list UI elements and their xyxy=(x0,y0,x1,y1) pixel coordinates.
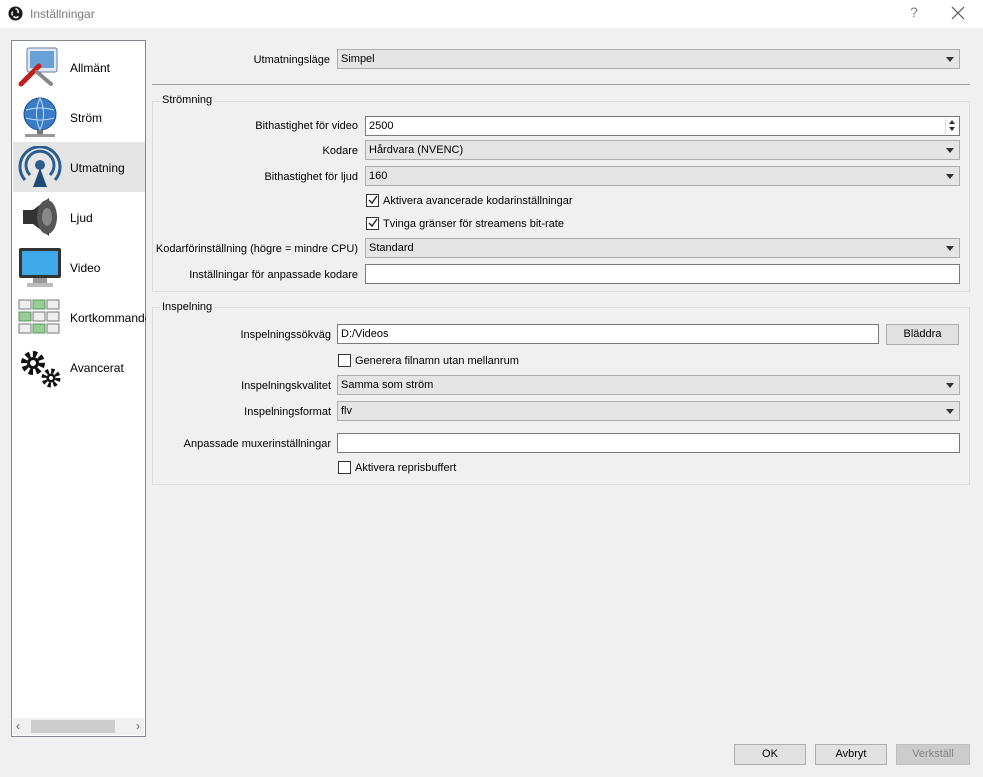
divider xyxy=(152,84,970,85)
title-bar: Inställningar ? xyxy=(0,0,983,28)
encoder-select[interactable]: Hårdvara (NVENC) xyxy=(365,140,960,160)
recording-path-input[interactable]: D:/Videos xyxy=(337,324,879,344)
recording-format-label: Inspelningsformat xyxy=(244,406,331,418)
recording-quality-select[interactable]: Samma som ström xyxy=(337,375,960,395)
chevron-down-icon xyxy=(946,246,954,251)
ok-button[interactable]: OK xyxy=(734,744,806,765)
no-space-filename-checkbox[interactable] xyxy=(338,354,351,367)
chevron-down-icon xyxy=(946,148,954,153)
chevron-down-icon xyxy=(946,57,954,62)
recording-quality-value: Samma som ström xyxy=(341,379,434,391)
scroll-right-arrow[interactable]: › xyxy=(136,719,140,733)
muxer-settings-input[interactable] xyxy=(337,433,960,453)
sidebar-item-label: Utmatning xyxy=(70,161,125,175)
recording-quality-label: Inspelningskvalitet xyxy=(241,380,331,392)
recording-path-label: Inspelningssökväg xyxy=(240,329,331,341)
audio-bitrate-value: 160 xyxy=(369,170,388,182)
keyboard-hotkeys-icon xyxy=(18,299,60,334)
advanced-encoder-label[interactable]: Aktivera avancerade kodarinställningar xyxy=(383,195,573,207)
muxer-settings-label: Anpassade muxerinställningar xyxy=(183,438,331,450)
replay-buffer-checkbox[interactable] xyxy=(338,461,351,474)
sidebar-item-label: Ström xyxy=(70,111,103,125)
sidebar-item-utmatning[interactable]: Utmatning xyxy=(13,142,145,192)
cancel-button[interactable]: Avbryt xyxy=(815,744,887,765)
globe-network-icon xyxy=(23,97,57,137)
recording-format-select[interactable]: flv xyxy=(337,401,960,421)
browse-button[interactable]: Bläddra xyxy=(886,324,959,345)
encoder-preset-select[interactable]: Standard xyxy=(365,238,960,258)
broadcast-antenna-icon xyxy=(18,146,62,187)
custom-encoder-input[interactable] xyxy=(365,264,960,284)
enforce-bitrate-limits-checkbox[interactable] xyxy=(366,217,379,230)
streaming-group-title: Strömning xyxy=(160,94,215,106)
monitor-icon xyxy=(19,248,61,287)
video-bitrate-spinbox[interactable]: 2500 xyxy=(365,116,960,136)
sidebar-item-allmant[interactable]: Allmänt xyxy=(13,42,145,92)
sidebar-item-kortkommandon[interactable]: Kortkommandon xyxy=(13,292,146,342)
audio-bitrate-label: Bithastighet för ljud xyxy=(264,171,358,183)
output-mode-select[interactable]: Simpel xyxy=(337,49,960,69)
advanced-encoder-checkbox[interactable] xyxy=(366,194,379,207)
video-bitrate-value: 2500 xyxy=(369,120,394,132)
chevron-down-icon xyxy=(946,409,954,414)
sidebar-item-avancerat[interactable]: Avancerat xyxy=(13,342,145,392)
chevron-down-icon xyxy=(946,174,954,179)
output-mode-label: Utmatningsläge xyxy=(253,54,330,66)
encoder-label: Kodare xyxy=(322,145,358,157)
chevron-down-icon xyxy=(946,383,954,388)
sidebar-item-video[interactable]: Video xyxy=(13,242,145,292)
encoder-preset-value: Standard xyxy=(369,242,414,254)
window-title: Inställningar xyxy=(30,7,95,21)
sidebar-horizontal-scrollbar[interactable]: ‹ › xyxy=(13,718,144,735)
checkmark-icon xyxy=(368,195,378,205)
enforce-bitrate-limits-label[interactable]: Tvinga gränser för streamens bit-rate xyxy=(383,218,564,230)
checkmark-icon xyxy=(368,218,378,228)
scroll-left-arrow[interactable]: ‹ xyxy=(16,719,20,733)
scrollbar-thumb[interactable] xyxy=(31,720,115,733)
no-space-filename-label[interactable]: Generera filnamn utan mellanrum xyxy=(355,355,519,367)
close-icon[interactable] xyxy=(949,4,967,22)
spin-up-icon[interactable] xyxy=(949,120,955,124)
replay-buffer-label[interactable]: Aktivera reprisbuffert xyxy=(355,462,456,474)
sidebar-item-label: Ljud xyxy=(70,211,93,225)
sidebar-item-label: Allmänt xyxy=(70,61,111,75)
recording-path-value: D:/Videos xyxy=(341,328,389,340)
apply-button[interactable]: Verkställ xyxy=(896,744,970,765)
sidebar-item-label: Kortkommandon xyxy=(70,311,146,325)
recording-group-title: Inspelning xyxy=(160,301,215,313)
encoder-value: Hårdvara (NVENC) xyxy=(369,144,464,156)
recording-format-value: flv xyxy=(341,405,352,417)
sidebar-item-strom[interactable]: Ström xyxy=(13,92,145,142)
spin-buttons[interactable] xyxy=(945,118,958,134)
encoder-preset-label: Kodarförinställning (högre = mindre CPU) xyxy=(155,243,358,255)
custom-encoder-label: Inställningar för anpassade kodare xyxy=(189,269,358,281)
speaker-icon xyxy=(23,198,57,236)
output-mode-value: Simpel xyxy=(341,53,375,65)
gears-icon xyxy=(21,351,61,388)
sidebar-item-label: Avancerat xyxy=(70,361,124,375)
video-bitrate-label: Bithastighet för video xyxy=(255,120,358,132)
audio-bitrate-select[interactable]: 160 xyxy=(365,166,960,186)
general-wrench-icon xyxy=(18,47,58,87)
sidebar-item-ljud[interactable]: Ljud xyxy=(13,192,145,242)
sidebar-item-label: Video xyxy=(70,261,101,275)
settings-sidebar: Allmänt Ström Utmatning Ljud Video Kortk… xyxy=(11,40,146,737)
spin-down-icon[interactable] xyxy=(949,127,955,131)
obs-logo-icon xyxy=(8,6,23,21)
help-button[interactable]: ? xyxy=(907,4,921,20)
